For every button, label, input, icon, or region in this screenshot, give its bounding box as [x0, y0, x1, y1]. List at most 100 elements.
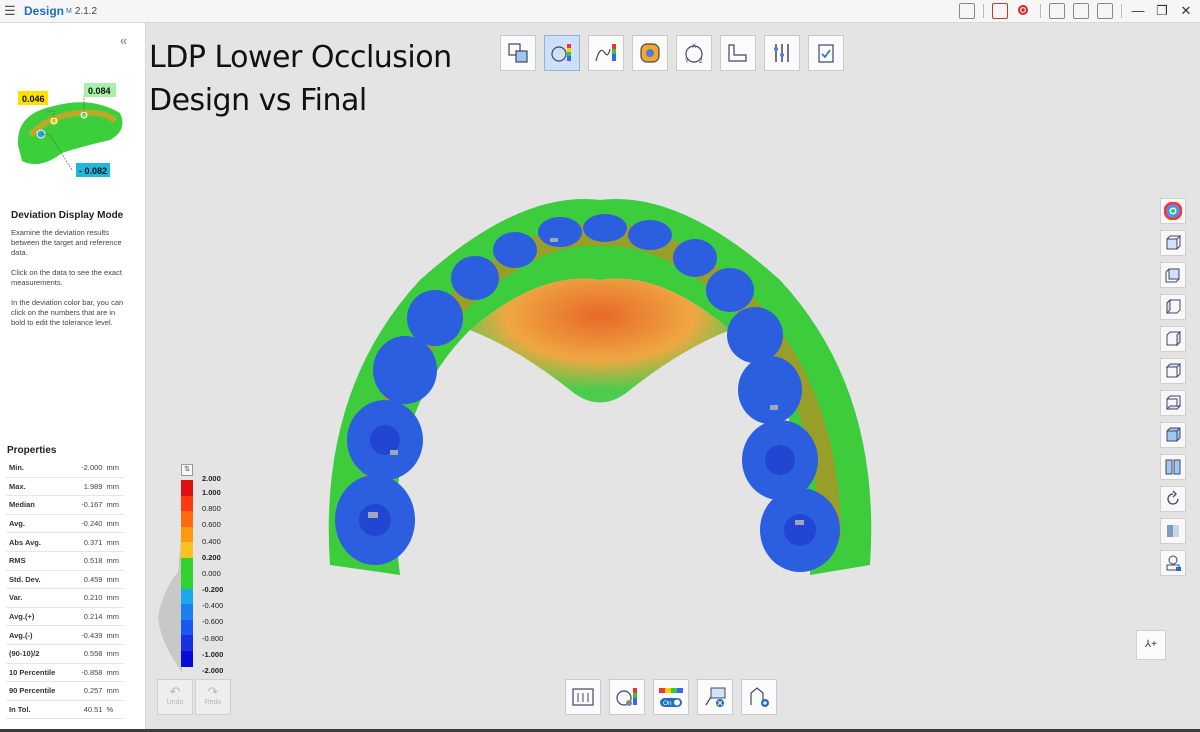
color-toggle-button[interactable]: On: [653, 679, 689, 715]
record-area-icon[interactable]: [992, 3, 1008, 19]
transparency-icon: [1167, 525, 1179, 537]
dental-arch-model[interactable]: [300, 190, 900, 590]
app-version: 2.1.2: [74, 5, 98, 17]
colorbar-segment: [181, 604, 193, 620]
deviation-display-button[interactable]: [544, 35, 580, 71]
property-unit: mm: [106, 519, 119, 529]
mode-description: Examine the deviation results between th…: [11, 228, 131, 338]
property-row: In Tol. 40.51%: [6, 701, 124, 720]
property-row: Median -0.167 mm: [6, 496, 124, 515]
property-unit: mm: [106, 630, 119, 640]
view-left-button[interactable]: [1160, 294, 1186, 320]
menu-icon[interactable]: ☰: [4, 3, 18, 19]
reset-rotation-button[interactable]: [1160, 486, 1186, 512]
colorbar-label[interactable]: 2.000: [202, 474, 221, 483]
navigation-mode-button[interactable]: ⅄+: [1136, 630, 1166, 660]
cube-icon: [1165, 363, 1182, 378]
split-view-button[interactable]: [1160, 454, 1186, 480]
screenshot-window-icon[interactable]: [959, 3, 975, 19]
mode-title: Deviation Display Mode: [11, 210, 124, 221]
property-row: Var. 0.210 mm: [6, 589, 124, 608]
image-icon[interactable]: [1073, 3, 1089, 19]
colorbar-segment: [181, 619, 193, 636]
colorbar-label[interactable]: 1.000: [202, 488, 221, 497]
property-unit: mm: [106, 612, 119, 622]
property-name: Max.: [9, 481, 26, 491]
view-front-button[interactable]: [1160, 230, 1186, 256]
remove-annotation-button[interactable]: [697, 679, 733, 715]
property-unit: mm: [106, 556, 119, 566]
bottom-toolbar: On: [565, 679, 777, 715]
deviation-display-icon: [551, 44, 571, 62]
tooth-map-button[interactable]: [632, 35, 668, 71]
colorbar-segment: [181, 588, 193, 605]
colorbar-segment: [181, 480, 193, 496]
color-toggle-icon: On: [659, 688, 683, 707]
right-view-toolbar: [1160, 198, 1186, 576]
svg-text:Y: Y: [685, 59, 689, 65]
camera-icon[interactable]: [1049, 3, 1065, 19]
redo-icon: ↷: [207, 684, 219, 699]
colorbar-label: 0.600: [202, 520, 221, 530]
property-name: Avg.(-): [9, 630, 33, 640]
measure-button[interactable]: [720, 35, 756, 71]
add-measurement-button[interactable]: [741, 679, 777, 715]
colorbar-segment: [181, 495, 193, 512]
view-top-button[interactable]: [1160, 358, 1186, 384]
preview-value-bottom: - 0.082: [79, 166, 107, 176]
property-row: 90 Percentile 0.257 mm: [6, 682, 124, 701]
display-settings-button[interactable]: [565, 679, 601, 715]
property-name: Avg.: [9, 519, 25, 529]
view-back-button[interactable]: [1160, 262, 1186, 288]
app-superscript: M: [66, 7, 72, 15]
collapse-panel-icon[interactable]: «: [120, 33, 127, 48]
undo-icon: ↶: [169, 684, 181, 699]
restore-button[interactable]: ❐: [1154, 3, 1170, 19]
align-tool-button[interactable]: [500, 35, 536, 71]
view-bottom-button[interactable]: [1160, 390, 1186, 416]
preview-value-top-left: 0.046: [22, 94, 45, 104]
property-value: 0.518: [83, 556, 103, 566]
svg-text:X: X: [692, 44, 696, 50]
property-name: 90 Percentile: [9, 686, 56, 696]
colorbar-label[interactable]: -1.000: [202, 650, 223, 659]
title-bar: ☰ Design M 2.1.2 — ❐ ✕: [0, 0, 1200, 23]
minimize-button[interactable]: —: [1130, 3, 1146, 19]
property-value: -2.000: [81, 463, 103, 473]
colorbar-segment: [181, 511, 193, 527]
close-button[interactable]: ✕: [1178, 3, 1194, 19]
deviation-settings-button[interactable]: [609, 679, 645, 715]
undo-button[interactable]: ↶ Undo: [157, 679, 193, 715]
cross-section-button[interactable]: [588, 35, 624, 71]
split-view-icon: [1165, 459, 1181, 475]
property-row: Abs Avg. 0.371 mm: [6, 533, 124, 552]
tools-button[interactable]: [764, 35, 800, 71]
view-iso-button[interactable]: [1160, 422, 1186, 448]
transparency-button[interactable]: [1160, 518, 1186, 544]
color-wheel-icon: [1164, 202, 1182, 220]
view-right-button[interactable]: [1160, 326, 1186, 352]
property-value: 40.51: [83, 705, 103, 715]
properties-title: Properties: [7, 445, 57, 456]
deviation-preview-illustration: 0.046 0.084 - 0.082: [17, 83, 123, 177]
redo-button[interactable]: ↷ Redo: [195, 679, 231, 715]
colorbar-label: 0.800: [202, 504, 221, 514]
colorbar-label[interactable]: -2.000: [202, 666, 223, 675]
colorbar-label[interactable]: 0.200: [202, 553, 221, 562]
model-settings-button[interactable]: [1160, 550, 1186, 576]
gallery-icon[interactable]: [1097, 3, 1113, 19]
colorbar-settings-icon[interactable]: ⇅: [181, 464, 193, 476]
checklist-button[interactable]: [808, 35, 844, 71]
undo-redo-group: ↶ Undo ↷ Redo: [157, 679, 231, 715]
colorbar-segment: [181, 542, 193, 558]
colorbar-label[interactable]: -0.200: [202, 585, 223, 594]
remove-annotation-icon: [705, 687, 726, 707]
app-name: Design: [24, 4, 65, 18]
colorbar-segment: [181, 557, 193, 574]
property-unit: mm: [106, 500, 119, 510]
colorbar-label: 0.000: [202, 568, 221, 578]
rotate-axis-button[interactable]: X Y Z: [676, 35, 712, 71]
property-unit: mm: [106, 463, 119, 473]
color-mode-button[interactable]: [1160, 198, 1186, 224]
record-icon[interactable]: [1016, 3, 1032, 19]
